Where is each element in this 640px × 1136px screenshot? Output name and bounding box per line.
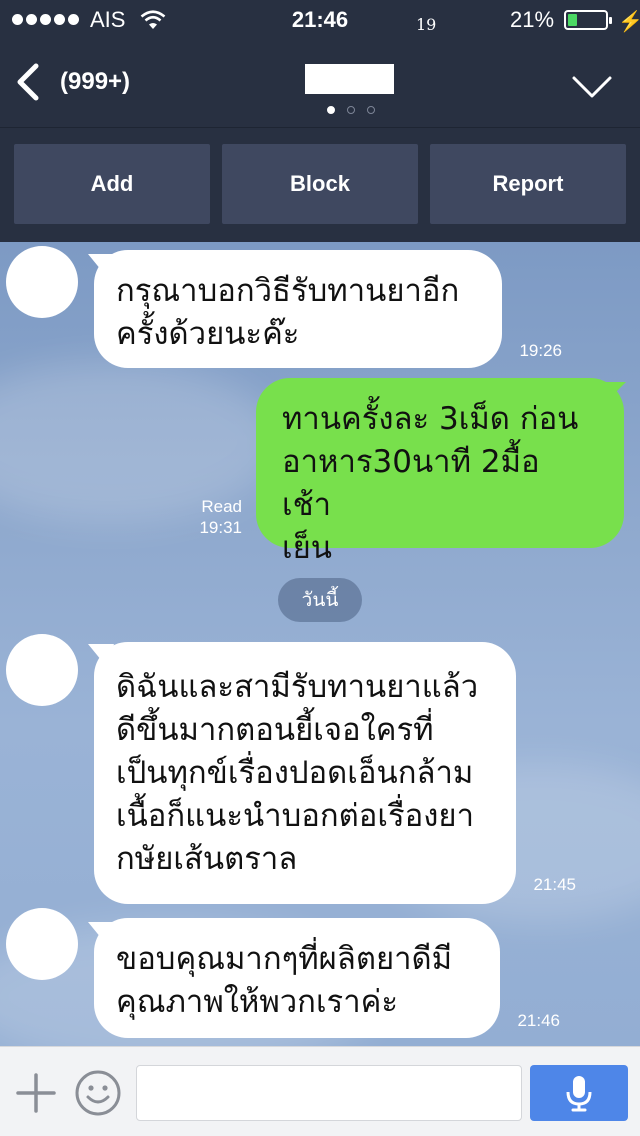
plus-icon[interactable] — [14, 1071, 58, 1115]
message-line: ขอบคุณมากๆที่ผลิตยาดีมี — [116, 941, 453, 977]
message-time: 21:46 — [517, 1011, 560, 1030]
message-line: เนื้อก็แนะนำบอกต่อเรื่องยา — [116, 798, 474, 834]
block-button[interactable]: Block — [222, 144, 418, 224]
chat-area[interactable]: กรุณาบอกวิธีรับทานยาอีก ครั้งด้วยนะค๊ะ 1… — [0, 242, 640, 1046]
chat-nav: (999+) — [0, 40, 640, 128]
message-line: อาหาร30นาที 2มื้อ เช้า — [282, 444, 540, 523]
page-indicator — [327, 106, 375, 114]
message-line: กรุณาบอกวิธีรับทานยาอีก — [116, 273, 460, 309]
avatar[interactable] — [6, 908, 78, 980]
charging-icon: ⚡ — [618, 11, 640, 33]
contact-name-redacted — [305, 64, 394, 94]
message-bubble-own[interactable]: ทานครั้งละ 3เม็ด ก่อน อาหาร30นาที 2มื้อ … — [256, 378, 624, 566]
message-time: 21:45 — [533, 875, 576, 894]
avatar[interactable] — [6, 634, 78, 706]
message-bubble[interactable]: กรุณาบอกวิธีรับทานยาอีก ครั้งด้วยนะค๊ะ — [94, 250, 502, 368]
contact-actions: Add Block Report — [0, 144, 640, 224]
message-line: เย็น — [282, 530, 332, 566]
unread-count[interactable]: (999+) — [60, 68, 130, 96]
report-button[interactable]: Report — [430, 144, 626, 224]
header: AIS 21:46 19 21% ⚡ (999+) Add Block Repo… — [0, 0, 640, 242]
add-button[interactable]: Add — [14, 144, 210, 224]
battery-percent: 21% — [510, 7, 555, 32]
battery-icon — [564, 10, 612, 30]
message-time: 19:26 — [519, 341, 562, 360]
date-divider: วันนี้ — [278, 578, 362, 622]
message-line: ดีขึ้นมากตอนยี้เจอใครที่ — [116, 712, 434, 748]
message-line: ครั้งด้วยนะค๊ะ — [116, 316, 300, 352]
voice-button[interactable] — [530, 1065, 628, 1121]
message-line: ดิฉันและสามีรับทานยาแล้ว — [116, 669, 479, 705]
message-bubble[interactable]: ขอบคุณมากๆที่ผลิตยาดีมี คุณภาพให้พวกเราค… — [94, 918, 500, 1038]
chevron-down-icon[interactable] — [568, 70, 616, 102]
page-number: 19 — [416, 15, 437, 34]
message-line: เป็นทุกข์เรื่องปอดเอ็นกล้าม — [116, 755, 474, 791]
chevron-left-icon[interactable] — [12, 58, 52, 106]
message-line: ทานครั้งละ 3เม็ด ก่อน — [282, 401, 579, 437]
avatar[interactable] — [6, 246, 78, 318]
message-bubble[interactable]: ดิฉันและสามีรับทานยาแล้ว ดีขึ้นมากตอนยี้… — [94, 642, 516, 904]
message-time: 19:31 — [199, 518, 242, 537]
message-line: คุณภาพให้พวกเราค่ะ — [116, 984, 398, 1020]
message-line: กษัยเส้นตราล — [116, 841, 298, 877]
message-input[interactable] — [136, 1065, 522, 1121]
input-bar — [0, 1046, 640, 1136]
read-label: Read — [201, 497, 242, 516]
microphone-icon — [566, 1076, 592, 1112]
status-bar: AIS 21:46 19 21% ⚡ — [0, 0, 640, 40]
read-receipt: Read 19:31 — [180, 496, 242, 538]
smiley-icon[interactable] — [74, 1069, 122, 1117]
